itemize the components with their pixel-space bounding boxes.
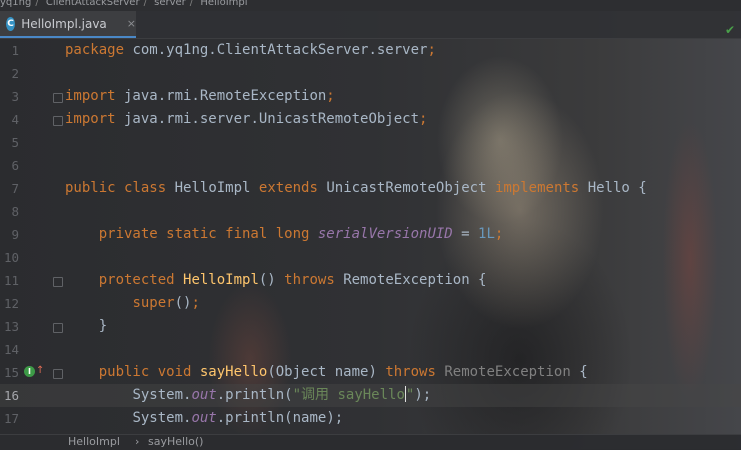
- code-line: 11 protected HelloImpl() throws RemoteEx…: [0, 269, 741, 292]
- line-number: 13: [3, 319, 19, 334]
- code-line: 3 import java.rmi.RemoteException;: [0, 85, 741, 108]
- implements-method-icon[interactable]: I: [24, 366, 35, 377]
- fold-icon[interactable]: [53, 323, 63, 333]
- line-number: 6: [11, 158, 19, 173]
- tab-label: HelloImpl.java: [21, 16, 107, 31]
- line-number: 3: [11, 89, 19, 104]
- code-line: 2: [0, 62, 741, 85]
- code-line: 6: [0, 154, 741, 177]
- code-text[interactable]: public void sayHello(Object name) throws…: [65, 361, 588, 384]
- breadcrumb-item[interactable]: yq1ng: [0, 0, 31, 8]
- code-text[interactable]: import java.rmi.RemoteException;: [65, 85, 335, 108]
- fold-icon[interactable]: [53, 369, 63, 379]
- code-text[interactable]: import java.rmi.server.UnicastRemoteObje…: [65, 108, 427, 131]
- line-number: 4: [11, 112, 19, 127]
- line-number: 8: [11, 204, 19, 219]
- code-line: 5: [0, 131, 741, 154]
- line-number: 1: [11, 43, 19, 58]
- code-text[interactable]: System.out.println("调用 sayHello");: [65, 384, 431, 407]
- line-number: 14: [3, 342, 19, 357]
- code-line: 7 public class HelloImpl extends Unicast…: [0, 177, 741, 200]
- breadcrumb-item[interactable]: HelloImpl: [200, 0, 247, 8]
- code-text[interactable]: package com.yq1ng.ClientAttackServer.ser…: [65, 39, 436, 62]
- line-number: 12: [3, 296, 19, 311]
- code-line: 14: [0, 338, 741, 361]
- java-class-icon: C: [6, 16, 16, 31]
- line-number: 16: [3, 388, 19, 403]
- line-number: 11: [3, 273, 19, 288]
- code-line: 12 super();: [0, 292, 741, 315]
- tab-helloimpl-java[interactable]: C HelloImpl.java ×: [0, 11, 136, 38]
- line-number: 17: [3, 411, 19, 426]
- code-line: 13 }: [0, 315, 741, 338]
- line-number: 7: [11, 181, 19, 196]
- fold-icon[interactable]: [53, 93, 63, 103]
- line-number: 9: [11, 227, 19, 242]
- inspection-ok-icon[interactable]: ✔: [725, 23, 735, 37]
- editor-breadcrumb-bar: HelloImpl › sayHello(): [0, 434, 741, 450]
- code-text[interactable]: System.out.println(name);: [65, 407, 343, 430]
- code-line: 15 I ↑ public void sayHello(Object name)…: [0, 361, 741, 384]
- code-line: 8: [0, 200, 741, 223]
- code-line: 17 System.out.println(name);: [0, 407, 741, 430]
- code-line: 1 package com.yq1ng.ClientAttackServer.s…: [0, 39, 741, 62]
- line-number: 2: [11, 66, 19, 81]
- code-line-current: 16 System.out.println("调用 sayHello");: [0, 384, 741, 407]
- fold-icon[interactable]: [53, 116, 63, 126]
- breadcrumb-method[interactable]: sayHello(): [148, 435, 203, 450]
- breadcrumb-item[interactable]: server: [154, 0, 186, 8]
- editor-tab-bar: C HelloImpl.java × ✔: [0, 11, 741, 39]
- breadcrumb-item[interactable]: ClientAttackServer: [46, 0, 140, 8]
- line-number: 15: [3, 365, 19, 380]
- code-editor[interactable]: 1 package com.yq1ng.ClientAttackServer.s…: [0, 39, 741, 434]
- breadcrumb-separator: ›: [135, 435, 140, 448]
- line-number: 5: [11, 135, 19, 150]
- override-arrow-icon[interactable]: ↑: [36, 365, 44, 376]
- code-line: 10: [0, 246, 741, 269]
- line-number: 10: [3, 250, 19, 265]
- top-breadcrumb: yq1ng / ClientAttackServer / server / Hello…: [0, 0, 741, 11]
- code-text[interactable]: super();: [65, 292, 199, 315]
- code-text[interactable]: protected HelloImpl() throws RemoteExcep…: [65, 269, 487, 292]
- breadcrumb-class[interactable]: HelloImpl: [68, 435, 120, 450]
- code-line: 4 import java.rmi.server.UnicastRemoteOb…: [0, 108, 741, 131]
- code-text[interactable]: private static final long serialVersionU…: [65, 223, 504, 246]
- code-text[interactable]: public class HelloImpl extends UnicastRe…: [65, 177, 647, 200]
- close-icon[interactable]: ×: [127, 17, 136, 30]
- code-line: 9 private static final long serialVersio…: [0, 223, 741, 246]
- code-text[interactable]: }: [65, 315, 107, 338]
- fold-icon[interactable]: [53, 277, 63, 287]
